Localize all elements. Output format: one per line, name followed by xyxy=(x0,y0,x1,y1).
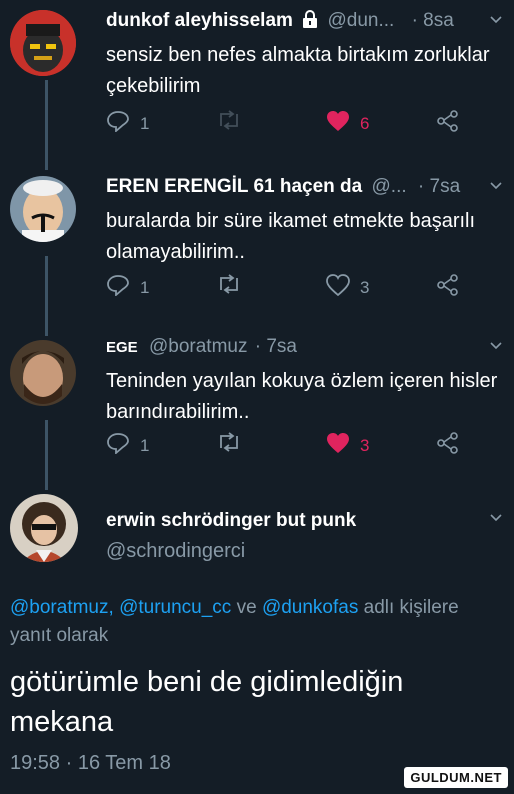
tweet-text: Teninden yayılan kokuya özlem içeren his… xyxy=(106,370,498,423)
chevron-down-icon[interactable] xyxy=(488,12,504,33)
reply-context: @boratmuz, @turuncu_cc ve @dunkofas adlı… xyxy=(10,594,504,650)
like-count: 3 xyxy=(360,435,370,455)
main-tweet-text: götürümle beni de gidimlediğin mekana xyxy=(10,666,404,738)
username[interactable]: @... xyxy=(372,176,407,197)
chevron-down-icon[interactable] xyxy=(488,510,504,531)
heart-icon xyxy=(326,110,350,137)
reply-button[interactable]: 1 xyxy=(106,274,149,301)
display-name[interactable]: dunkof aleyhisselam xyxy=(106,10,293,31)
main-tweet: @boratmuz, @turuncu_cc ve @dunkofas adlı… xyxy=(10,594,504,775)
like-button[interactable]: 3 xyxy=(326,274,369,301)
tweet-1[interactable]: dunkof aleyhisselam @dun... · 8sa sensiz… xyxy=(0,6,514,156)
tweet-actions: 1 3 xyxy=(106,432,466,462)
username[interactable]: @boratmuz xyxy=(149,336,248,357)
retweet-button[interactable] xyxy=(216,432,252,457)
like-button[interactable]: 3 xyxy=(326,432,369,459)
mention-link[interactable]: @dunkofas xyxy=(262,597,358,618)
timestamp[interactable]: · 8sa xyxy=(412,10,454,31)
display-name[interactable]: EREN ERENGİL 61 haçen da xyxy=(106,176,362,197)
reply-count: 1 xyxy=(140,277,150,297)
timestamp[interactable]: · 7sa xyxy=(418,176,460,197)
main-tweet-author[interactable]: erwin schrödinger but punk @schrodingerc… xyxy=(0,490,514,580)
avatar[interactable] xyxy=(10,340,76,406)
retweet-button[interactable] xyxy=(216,110,252,135)
avatar[interactable] xyxy=(10,176,76,242)
share-button[interactable] xyxy=(436,432,460,459)
chevron-down-icon[interactable] xyxy=(488,178,504,199)
like-count: 3 xyxy=(360,277,370,297)
reply-icon xyxy=(106,432,130,459)
retweet-icon xyxy=(216,432,242,457)
like-button[interactable]: 6 xyxy=(326,110,369,137)
reply-connector: ve xyxy=(236,597,257,618)
avatar[interactable] xyxy=(10,10,76,76)
mention-link[interactable]: @turuncu_cc xyxy=(119,597,231,618)
tweet-text: buralarda bir süre ikamet etmekte başarı… xyxy=(106,210,476,263)
reply-button[interactable]: 1 xyxy=(106,110,149,137)
reply-count: 1 xyxy=(140,113,150,133)
lock-icon xyxy=(302,10,318,34)
mention-link[interactable]: @boratmuz, xyxy=(10,597,114,618)
tweet-text: sensiz ben nefes almakta birtakım zorluk… xyxy=(106,44,490,97)
display-name[interactable]: EGE xyxy=(106,339,138,356)
tweet-header: EGE @boratmuz · 7sa xyxy=(106,336,297,358)
reply-icon xyxy=(106,274,130,301)
share-button[interactable] xyxy=(436,110,460,137)
tweet-3[interactable]: EGE @boratmuz · 7sa Teninden yayılan kok… xyxy=(0,332,514,492)
tweet-header: EREN ERENGİL 61 haçen da @... · 7sa xyxy=(106,176,460,198)
retweet-icon xyxy=(216,274,242,299)
tweet-header: dunkof aleyhisselam @dun... · 8sa xyxy=(106,10,454,34)
reply-button[interactable]: 1 xyxy=(106,432,149,459)
heart-icon xyxy=(326,274,350,301)
chevron-down-icon[interactable] xyxy=(488,338,504,359)
tweet-actions: 1 6 xyxy=(106,110,466,140)
share-icon xyxy=(436,274,460,301)
share-icon xyxy=(436,432,460,459)
retweet-button[interactable] xyxy=(216,274,252,299)
share-button[interactable] xyxy=(436,274,460,301)
timestamp[interactable]: · 7sa xyxy=(255,336,297,357)
avatar[interactable] xyxy=(10,494,78,562)
tweet-2[interactable]: EREN ERENGİL 61 haçen da @... · 7sa bura… xyxy=(0,172,514,332)
heart-icon xyxy=(326,432,350,459)
reply-count: 1 xyxy=(140,435,150,455)
display-name[interactable]: erwin schrödinger but punk xyxy=(106,510,356,532)
watermark: GULDUM.NET xyxy=(404,767,508,788)
retweet-icon xyxy=(216,110,242,135)
like-count: 6 xyxy=(360,113,370,133)
tweet-actions: 1 3 xyxy=(106,274,466,304)
username[interactable]: @dun... xyxy=(327,10,394,31)
share-icon xyxy=(436,110,460,137)
username[interactable]: @schrodingerci xyxy=(106,540,245,563)
reply-icon xyxy=(106,110,130,137)
